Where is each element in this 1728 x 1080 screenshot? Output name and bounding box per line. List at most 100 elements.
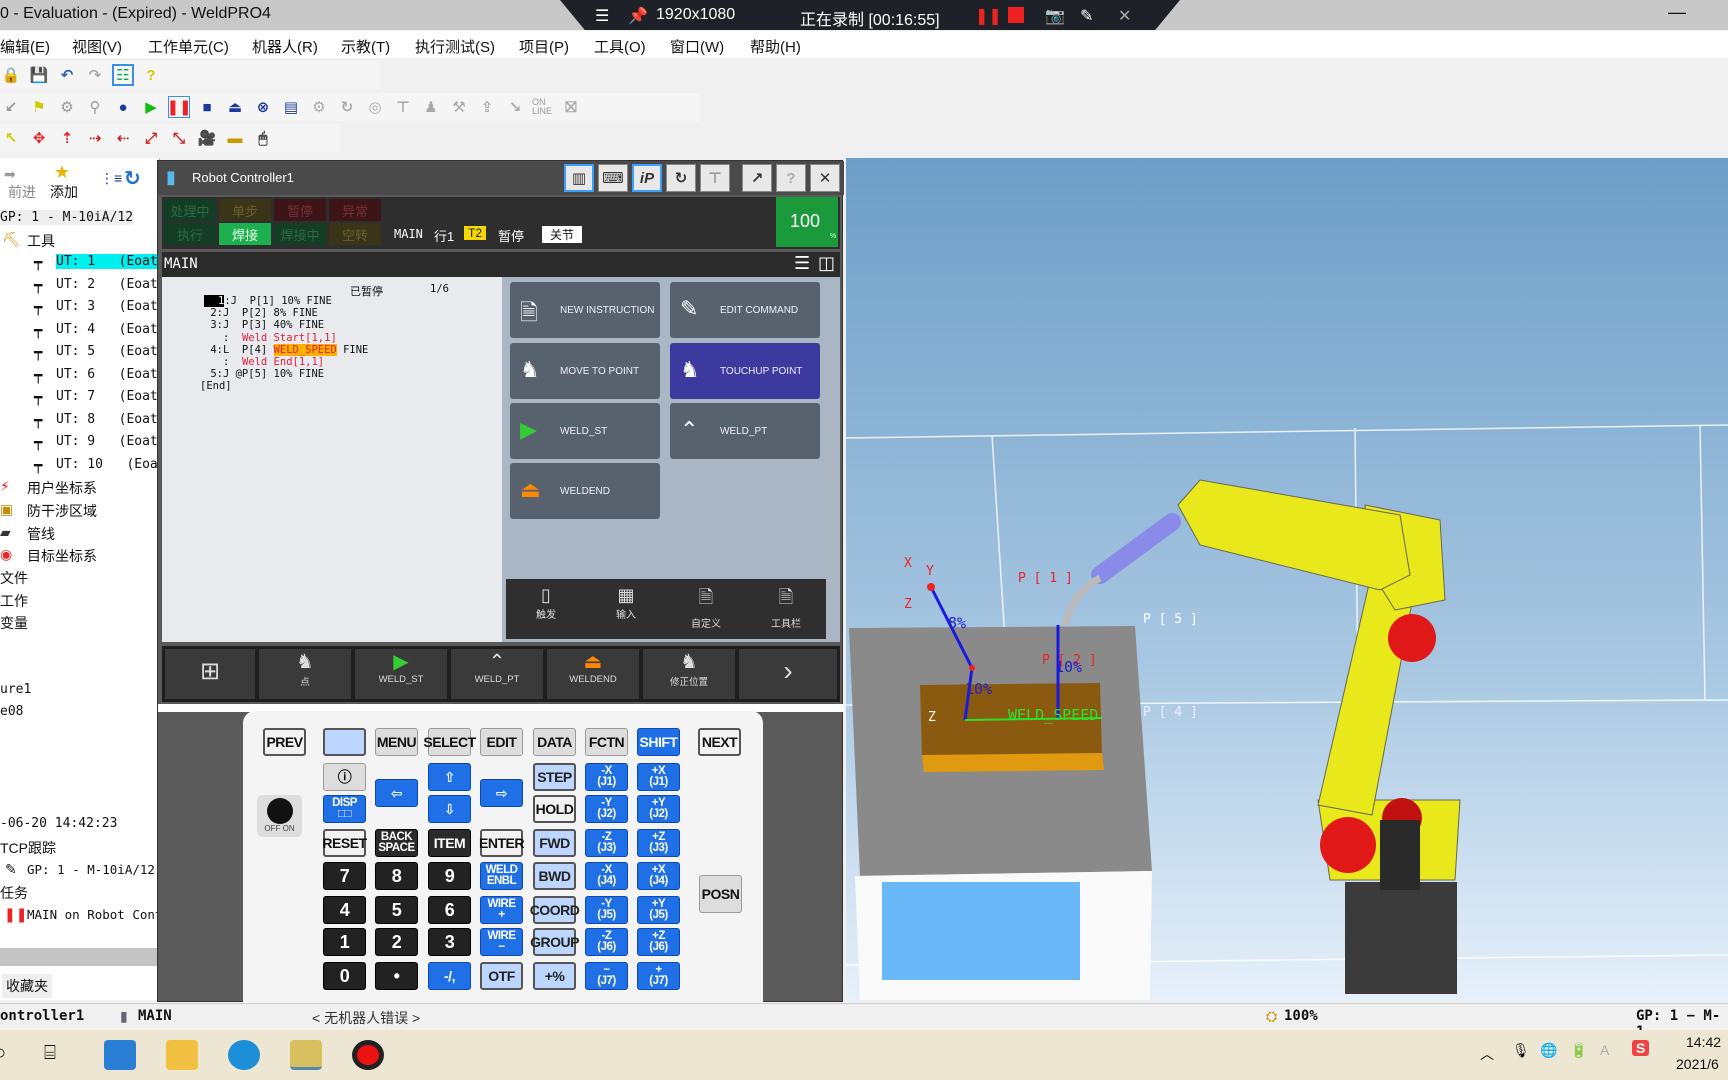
menu-robot[interactable]: 机器人(R) bbox=[252, 36, 318, 57]
network-icon[interactable]: 🌐 bbox=[1540, 1042, 1557, 1059]
battery-icon[interactable]: 🔋 bbox=[1570, 1042, 1587, 1059]
disconnect-icon[interactable]: ⛝ bbox=[560, 96, 582, 118]
minimize-button[interactable]: — bbox=[1668, 2, 1686, 23]
redo-icon[interactable]: ↷ bbox=[84, 64, 106, 86]
key-symbol[interactable]: ⇧ bbox=[428, 763, 471, 791]
microphone-icon[interactable]: 🎙 bbox=[1512, 1042, 1530, 1059]
move-y-icon[interactable]: ⇠ bbox=[112, 127, 134, 149]
tool-frame-item[interactable]: UT: 1 (Eoat1 bbox=[56, 254, 166, 269]
key-symbol[interactable]: ⇨ bbox=[480, 779, 523, 807]
key-6[interactable]: 6 bbox=[428, 896, 471, 924]
key-+x-j1[interactable]: +X (J1) bbox=[637, 763, 680, 791]
tree-icon[interactable]: ⋮≡ bbox=[100, 170, 122, 187]
tool-frame-item[interactable]: UT: 3 (Eoat3 bbox=[56, 299, 166, 314]
tree-node[interactable]: e08 bbox=[0, 704, 23, 719]
file-explorer-icon[interactable] bbox=[166, 1040, 198, 1070]
menu-test-run[interactable]: 执行测试(S) bbox=[415, 36, 495, 57]
online-icon[interactable]: ON LINE bbox=[532, 98, 554, 116]
point-button[interactable]: ♞ 点 bbox=[259, 649, 351, 699]
override-box[interactable]: 100 % bbox=[776, 197, 838, 247]
target-icon[interactable]: ◎ bbox=[364, 96, 386, 118]
key-enter[interactable]: ENTER bbox=[479, 829, 524, 857]
pause-run-icon[interactable]: ❚❚ bbox=[166, 96, 192, 118]
key-select[interactable]: SELECT bbox=[423, 728, 476, 756]
menu-workcell[interactable]: 工作单元(C) bbox=[148, 36, 229, 57]
key-2[interactable]: 2 bbox=[375, 928, 418, 956]
tool-frame-item[interactable]: UT: 9 (Eoat9 bbox=[56, 434, 166, 449]
chart-icon[interactable]: ↘ bbox=[504, 96, 526, 118]
touchup-position-button[interactable]: ♞ 修正位置 bbox=[643, 649, 735, 699]
toolbar-button[interactable]: 🗎 工具栏 bbox=[746, 585, 826, 630]
key-+-j7[interactable]: + (J7) bbox=[637, 962, 680, 990]
menu-icon[interactable]: ☰ bbox=[595, 6, 609, 26]
key-coord[interactable]: COORD bbox=[530, 896, 580, 924]
key-prev[interactable]: PREV bbox=[263, 728, 306, 756]
stop-icon[interactable] bbox=[1008, 7, 1024, 23]
sogou-icon[interactable]: S bbox=[1632, 1040, 1650, 1056]
ipendant-icon[interactable]: iP bbox=[632, 164, 662, 192]
camera-view-icon[interactable]: 🎥 bbox=[196, 127, 218, 149]
key-reset[interactable]: RESET bbox=[322, 829, 367, 857]
key-7[interactable]: 7 bbox=[323, 862, 366, 890]
edge-icon[interactable] bbox=[228, 1040, 260, 1070]
select-icon[interactable]: ↖ bbox=[0, 127, 22, 149]
camera-icon[interactable]: 📷 bbox=[1045, 6, 1065, 26]
program-line[interactable]: : Weld End[1,1] bbox=[204, 356, 324, 368]
ruler-icon[interactable]: ▬ bbox=[224, 127, 246, 149]
move-z-icon[interactable]: ⇡ bbox=[56, 127, 78, 149]
key-x-j1[interactable]: -X (J1) bbox=[585, 763, 628, 791]
tree-node[interactable]: ure1 bbox=[0, 682, 31, 697]
key-+z-j3[interactable]: +Z (J3) bbox=[637, 829, 680, 857]
program-line[interactable]: : Weld Start[1,1] bbox=[204, 332, 337, 344]
new-instruction-button[interactable]: 🗎 NEW INSTRUCTION bbox=[510, 282, 660, 338]
key-0[interactable]: 0 bbox=[323, 962, 366, 990]
program-editor[interactable]: 已暂停 1/6 1:J P[1] 10% FINE 2:J P[2] 8% FI… bbox=[162, 277, 502, 642]
upload-icon[interactable]: ⇪ bbox=[476, 96, 498, 118]
pin-icon[interactable]: 📌 bbox=[628, 6, 648, 26]
weldpro-icon[interactable] bbox=[290, 1040, 322, 1070]
program-line[interactable]: 2:J P[2] 8% FINE bbox=[204, 307, 317, 319]
custom-button[interactable]: 🗎 自定义 bbox=[666, 585, 746, 630]
favorites-tab[interactable]: 收藏夹 bbox=[2, 974, 52, 998]
arrow-icon[interactable]: ↙ bbox=[0, 96, 22, 118]
keyboard-icon[interactable]: ⌨ bbox=[598, 164, 628, 192]
clock-date[interactable]: 2021/6 bbox=[1676, 1056, 1719, 1072]
undo-icon[interactable]: ↶ bbox=[56, 64, 78, 86]
io-icon[interactable]: ⚙ bbox=[308, 96, 330, 118]
key-wire-+[interactable]: WIRE + bbox=[480, 896, 523, 924]
key-4[interactable]: 4 bbox=[323, 896, 366, 924]
clock-time[interactable]: 14:42 bbox=[1686, 1034, 1721, 1050]
weld-st-button[interactable]: ▶ WELD_ST bbox=[510, 403, 660, 459]
person-icon[interactable]: ♟ bbox=[420, 96, 442, 118]
key-symbol[interactable]: ⇩ bbox=[428, 795, 471, 823]
close-icon[interactable]: ✕ bbox=[1118, 6, 1131, 26]
tool-frame-item[interactable]: UT: 8 (Eoat8 bbox=[56, 412, 166, 427]
trigger-button[interactable]: ▯ 触发 bbox=[506, 585, 586, 621]
key-back-space[interactable]: BACK SPACE bbox=[375, 829, 418, 857]
key-group[interactable]: GROUP bbox=[530, 928, 579, 956]
help-icon[interactable]: ? bbox=[776, 164, 806, 192]
key-menu[interactable]: MENU bbox=[375, 728, 418, 756]
key-j7[interactable]: − (J7) bbox=[585, 962, 628, 990]
fbar-weld-pt-button[interactable]: ⌃ WELD_PT bbox=[451, 649, 543, 699]
key-+y-j2[interactable]: +Y (J2) bbox=[637, 795, 680, 823]
input-method-icon[interactable]: A bbox=[1600, 1042, 1609, 1058]
key-1[interactable]: 1 bbox=[323, 928, 366, 956]
menu-help[interactable]: 帮助(H) bbox=[750, 36, 801, 57]
tasks-node[interactable]: 任务 bbox=[0, 883, 28, 903]
video-icon[interactable]: ▤ bbox=[280, 96, 302, 118]
key-+y-j5[interactable]: +Y (J5) bbox=[637, 896, 680, 924]
key-x-j4[interactable]: -X (J4) bbox=[585, 862, 628, 890]
lock-icon[interactable]: 🔒 bbox=[0, 64, 22, 86]
key-8[interactable]: 8 bbox=[375, 862, 418, 890]
key-z-j3[interactable]: -Z (J3) bbox=[585, 829, 628, 857]
move-x-icon[interactable]: ⇢ bbox=[84, 127, 106, 149]
gripper-icon[interactable]: ⚲ bbox=[84, 96, 106, 118]
fbar-weld-st-button[interactable]: ▶ WELD_ST bbox=[355, 649, 447, 699]
key-3[interactable]: 3 bbox=[428, 928, 471, 956]
next-page-button[interactable]: › bbox=[739, 649, 837, 699]
menu-teach[interactable]: 示教(T) bbox=[341, 36, 390, 57]
3d-viewport[interactable]: P [ 1 ] P [ 5 ] P [ 2 ] P [ 4 ] 8% 10% 1… bbox=[845, 158, 1728, 1001]
mail-icon[interactable] bbox=[104, 1040, 136, 1070]
input-button[interactable]: ▦ 输入 bbox=[586, 585, 666, 621]
